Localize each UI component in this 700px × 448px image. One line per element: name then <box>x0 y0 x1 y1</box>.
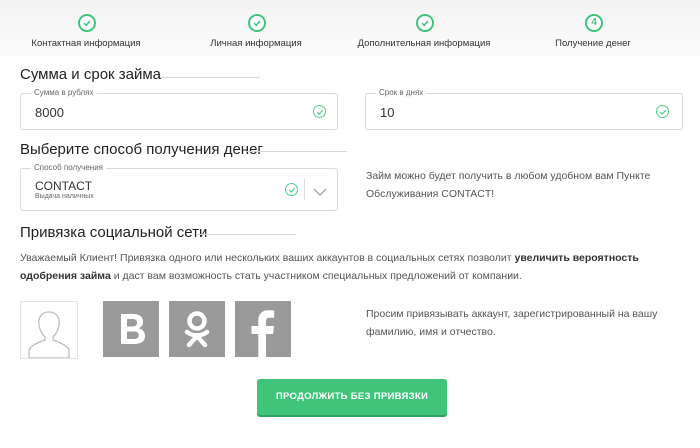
step-label: Контактная информация <box>31 38 141 49</box>
term-label: Срок в днях <box>376 88 427 97</box>
step-label: Получение денег <box>555 38 631 49</box>
step-label: Личная информация <box>210 38 302 49</box>
section-divider <box>247 151 347 152</box>
method-note: Займ можно будет получить в любом удобно… <box>366 170 651 200</box>
term-value: 10 <box>380 105 395 120</box>
valid-check-icon <box>285 183 298 196</box>
select-divider <box>304 178 305 200</box>
method-sublabel: Выдача наличных <box>35 193 94 200</box>
section-divider <box>160 77 260 78</box>
amount-label: Сумма в рублях <box>31 88 97 97</box>
continue-without-linking-button[interactable]: ПРОДОЛЖИТЬ БЕЗ ПРИВЯЗКИ <box>257 379 447 415</box>
section-title-method: Выберите способ получения денег <box>20 141 263 158</box>
avatar-placeholder <box>20 301 78 359</box>
social-intro: Уважаемый Клиент! Привязка одного или не… <box>20 249 680 285</box>
check-icon <box>78 14 96 32</box>
section-divider <box>196 234 296 235</box>
amount-field[interactable]: Сумма в рублях 8000 <box>20 88 338 130</box>
valid-check-icon <box>656 105 669 118</box>
facebook-icon[interactable] <box>235 301 291 357</box>
check-icon <box>416 14 434 32</box>
method-label: Способ получения <box>31 163 107 172</box>
amount-value: 8000 <box>35 105 64 120</box>
odnoklassniki-icon[interactable] <box>169 301 225 357</box>
method-value: CONTACT <box>35 179 93 193</box>
term-field[interactable]: Срок в днях 10 <box>365 88 683 130</box>
section-title-loan: Сумма и срок займа <box>20 66 162 83</box>
social-intro-text-end: и даст вам возможность стать участником … <box>110 270 522 282</box>
section-title-social: Привязка социальной сети <box>20 224 208 241</box>
valid-check-icon <box>313 105 326 118</box>
chevron-down-icon[interactable] <box>312 184 328 202</box>
social-note: Просим привязывать аккаунт, зарегистриро… <box>366 308 658 338</box>
method-select[interactable]: Способ получения CONTACT Выдача наличных <box>20 163 338 211</box>
social-intro-text: Уважаемый Клиент! Привязка одного или не… <box>20 252 515 264</box>
progress-stepper: Контактная информация Личная информация … <box>0 0 700 56</box>
vk-icon[interactable] <box>103 301 159 357</box>
step-number: 4 <box>585 14 603 32</box>
check-icon <box>248 14 266 32</box>
step-label: Дополнительная информация <box>357 38 491 49</box>
